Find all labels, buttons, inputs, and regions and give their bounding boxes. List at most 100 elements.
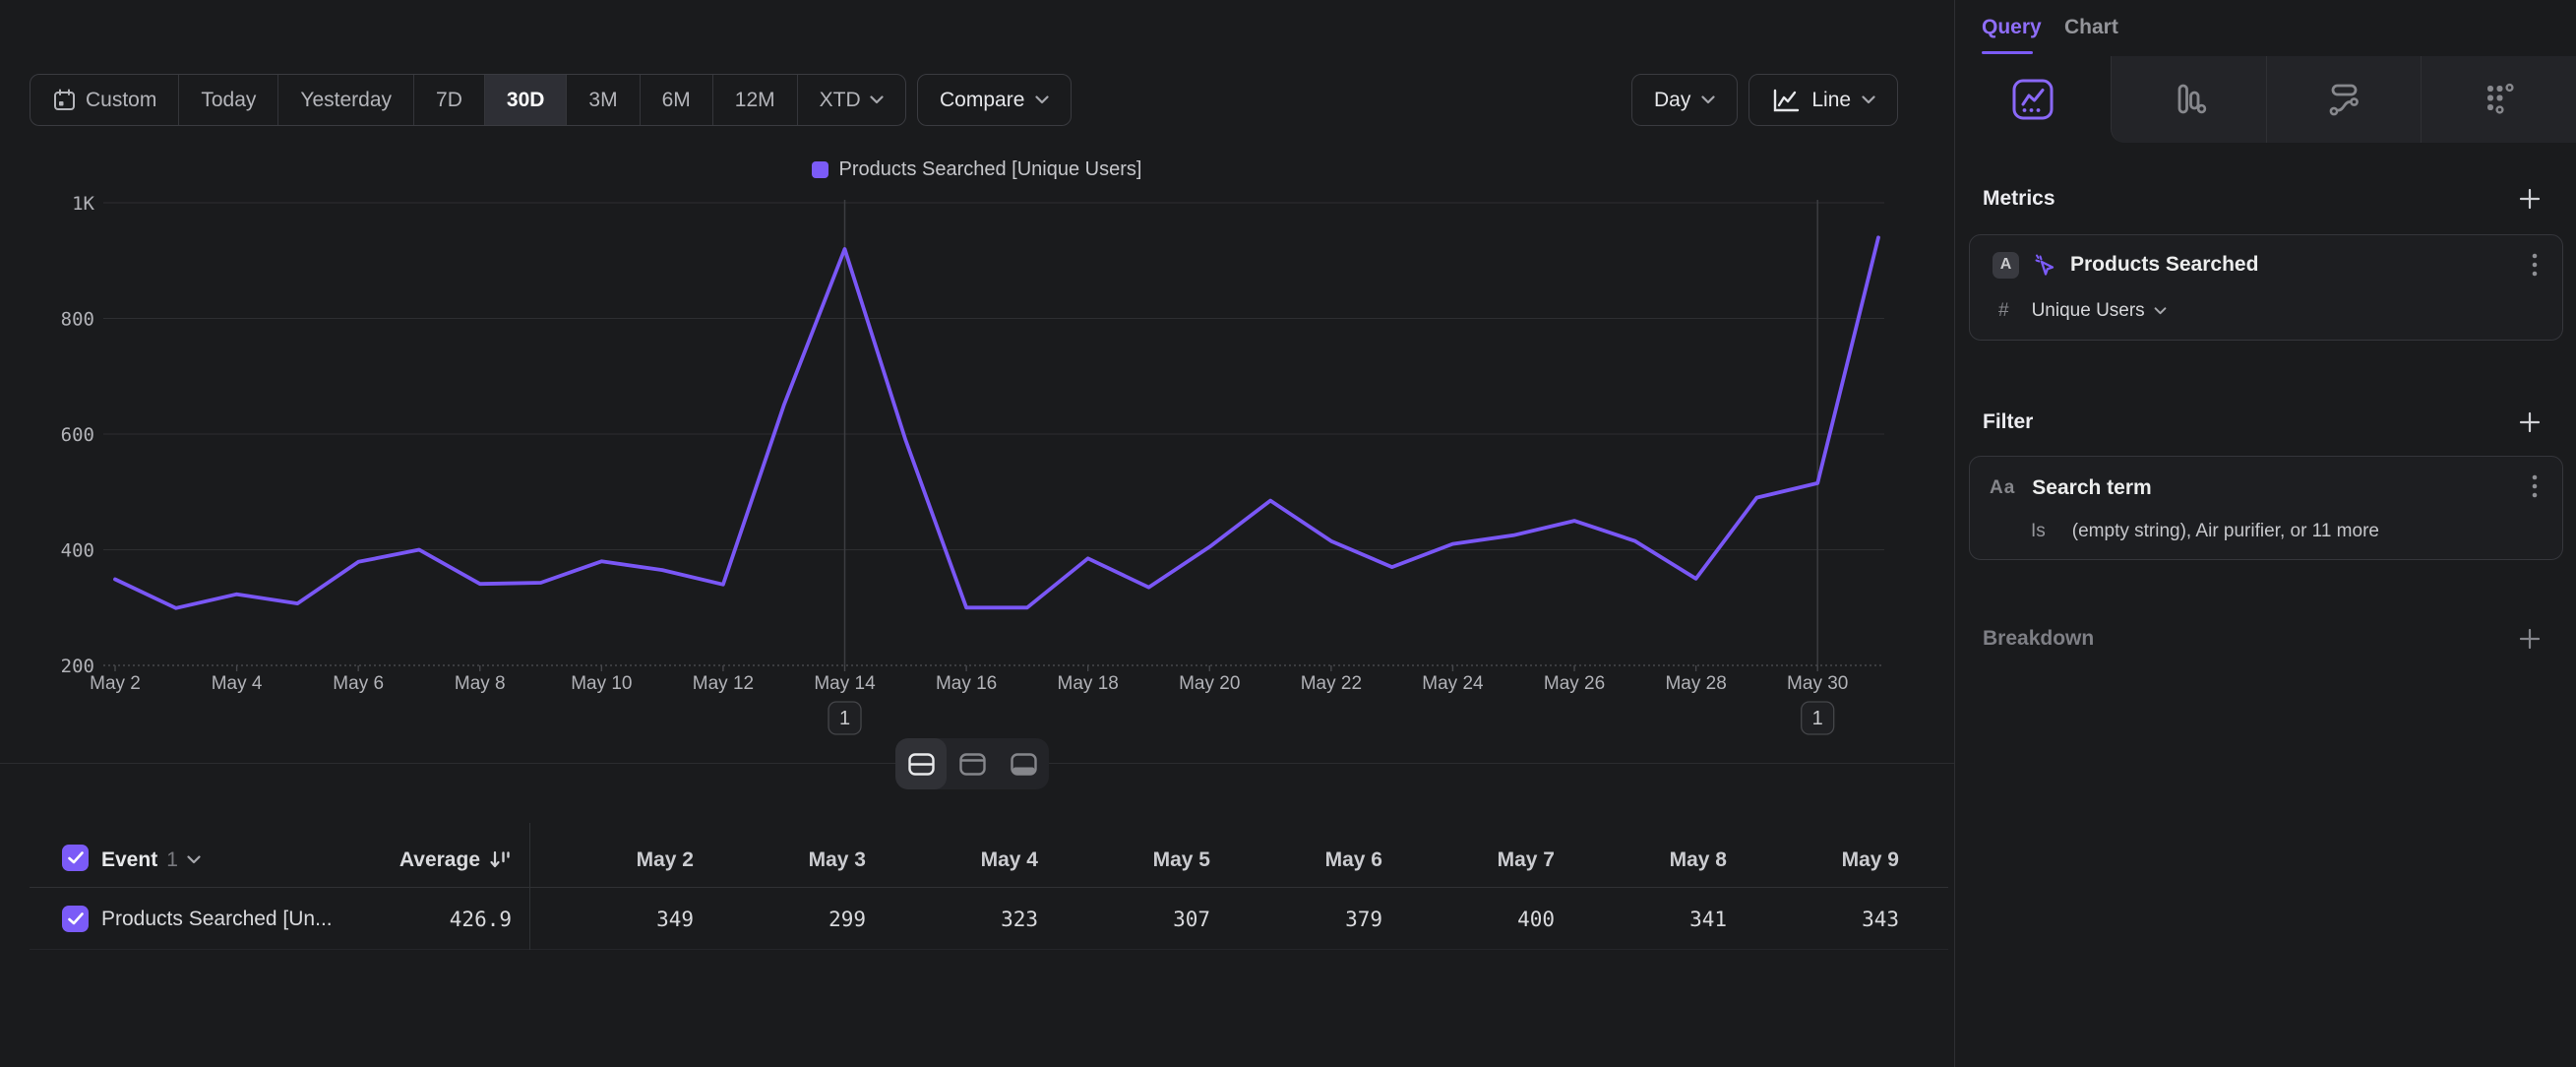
metric-name[interactable]: Products Searched [2070,253,2258,277]
kebab-icon [2525,251,2545,279]
layout-toggle [895,738,1049,789]
string-property-icon: Aa [1990,477,2015,499]
chart-type-button[interactable]: Line [1748,74,1898,126]
aggregation-selector[interactable]: Unique Users [2032,300,2167,322]
layout-split-button[interactable] [895,738,947,789]
annotation-badge-label: 1 [839,708,850,729]
x-axis-label: May 24 [1422,673,1484,694]
tab-insights[interactable] [1956,56,2111,143]
insights-report: CustomTodayYesterday7D30D3M6M12MXTD Comp… [0,0,2576,1067]
series-line[interactable] [115,237,1878,608]
range-7d[interactable]: 7D [414,75,485,125]
x-axis-label: May 8 [455,673,506,694]
average-header-label: Average [399,848,480,872]
tab-query[interactable]: Query [1982,16,2042,39]
x-axis-label: May 30 [1787,673,1848,694]
event-header-label: Event [101,848,157,872]
flows-icon [2321,77,2366,122]
cell-value: 299 [708,888,866,950]
add-metric-button[interactable] [2516,185,2544,213]
chevron-down-icon [1701,95,1715,104]
chart-controls: Day Line [1631,74,1898,126]
event-cursor-icon [2032,252,2058,279]
table-view-icon [1011,753,1037,776]
y-axis-label: 400 [61,540,94,562]
column-header[interactable]: May 7 [1397,832,1555,888]
layout-table-button[interactable] [998,738,1049,789]
metric-card[interactable]: A Products Searched # Unique Users [1969,234,2563,341]
x-axis-label: May 16 [936,673,997,694]
granularity-label: Day [1654,89,1690,112]
range-3m[interactable]: 3M [567,75,640,125]
y-axis-label: 600 [61,424,94,446]
row-checkbox[interactable] [62,906,89,932]
range-yesterday[interactable]: Yesterday [278,75,414,125]
range-xtd[interactable]: XTD [798,75,905,125]
aggregation-symbol: # [1998,300,2009,322]
add-breakdown-button[interactable] [2516,625,2544,653]
x-axis-label: May 2 [90,673,141,694]
chevron-down-icon [870,95,884,104]
tab-retention[interactable] [2421,56,2576,143]
annotation-badge-label: 1 [1812,708,1823,729]
range-custom[interactable]: Custom [31,75,179,125]
range-12m[interactable]: 12M [713,75,798,125]
tab-flows[interactable] [2266,56,2422,143]
layout-chart-button[interactable] [947,738,998,789]
filter-property-name[interactable]: Search term [2032,476,2151,500]
filter-operator[interactable]: Is [2031,521,2046,542]
x-axis-label: May 12 [693,673,754,694]
row-average: 426.9 [315,888,512,950]
retention-icon [2477,77,2522,122]
metric-menu-button[interactable] [2525,251,2545,279]
compare-label: Compare [940,89,1024,112]
column-header[interactable]: May 3 [708,832,866,888]
column-divider [529,823,530,950]
query-builder-panel: Query Chart [1954,0,2576,1067]
column-header[interactable]: May 5 [1053,832,1210,888]
cell-value: 343 [1742,888,1899,950]
bar-chart-icon [2166,77,2211,122]
granularity-button[interactable]: Day [1631,74,1738,126]
range-today[interactable]: Today [179,75,278,125]
average-column-header[interactable]: Average [315,832,512,888]
chart-view-icon [959,753,986,776]
cell-value: 349 [536,888,694,950]
metric-letter-badge: A [1993,252,2019,279]
event-column-header[interactable]: Event 1 [101,832,201,888]
checkmark-icon [68,912,84,925]
calendar-icon [52,88,77,112]
sort-descending-icon [489,848,512,871]
compare-button[interactable]: Compare [917,74,1072,126]
table-row-divider [30,949,1948,950]
plus-icon [2516,185,2544,213]
filter-value[interactable]: (empty string), Air purifier, or 11 more [2072,521,2379,542]
column-header[interactable]: May 2 [536,832,694,888]
select-all-checkbox[interactable] [62,845,89,871]
chart-legend[interactable]: Products Searched [Unique Users] [30,158,1924,181]
breakdown-heading: Breakdown [1983,627,2094,651]
legend-swatch [812,161,828,178]
range-6m[interactable]: 6M [641,75,713,125]
row-name[interactable]: Products Searched [Un... [101,888,333,950]
x-axis-label: May 10 [571,673,632,694]
range-30d[interactable]: 30D [485,75,568,125]
cell-value: 323 [881,888,1038,950]
metrics-heading: Metrics [1983,187,2055,211]
filter-menu-button[interactable] [2525,472,2545,500]
column-header[interactable]: May 8 [1569,832,1727,888]
column-header[interactable]: May 9 [1742,832,1899,888]
column-header[interactable]: May 4 [881,832,1038,888]
x-axis-label: May 6 [333,673,384,694]
line-chart-icon [1771,88,1801,113]
tab-chart[interactable]: Chart [2064,16,2118,39]
column-header[interactable]: May 6 [1225,832,1382,888]
add-filter-button[interactable] [2516,408,2544,436]
y-axis-label: 800 [61,309,94,331]
filter-card[interactable]: Aa Search term Is (empty string), Air pu… [1969,456,2563,560]
chart-type-tabs [1956,56,2576,143]
x-axis-label: May 26 [1544,673,1605,694]
insights-line-chart[interactable]: 1K800600400200May 2May 4May 6May 8May 10… [30,189,1924,740]
active-tab-underline [1982,51,2033,54]
tab-bars[interactable] [2111,56,2266,143]
